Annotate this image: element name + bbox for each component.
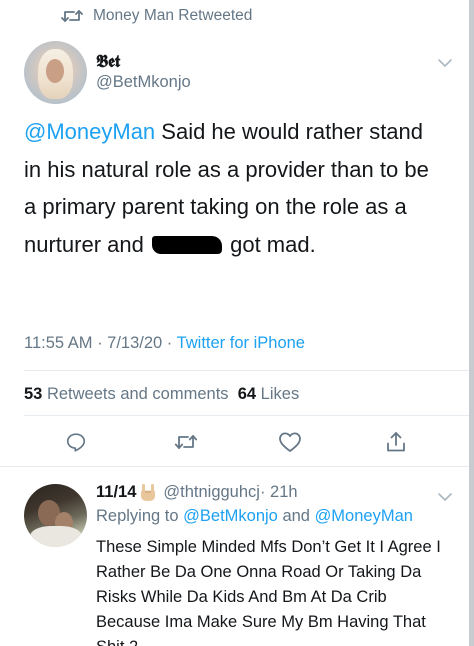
likes-label: Likes	[260, 385, 300, 403]
reply-author-avatar[interactable]	[24, 484, 87, 547]
retweets-count: 53	[24, 385, 43, 403]
reply-icon	[66, 433, 86, 452]
likes-stat[interactable]: 64 Likes	[238, 385, 299, 403]
replying-to: Replying to @BetMkonjo and @MoneyMan	[96, 507, 413, 526]
retweet-icon	[61, 8, 83, 24]
tweet-source-link[interactable]: Twitter for iPhone	[177, 334, 305, 352]
likes-count: 64	[237, 385, 257, 403]
share-icon	[387, 432, 405, 452]
retweets-stat[interactable]: 53 Retweets and comments	[24, 385, 229, 403]
replying-mention-betmkonjo[interactable]: @BetMkonjo	[183, 507, 278, 525]
author-avatar[interactable]	[24, 41, 87, 104]
reply-button[interactable]	[62, 428, 90, 456]
reply-options-chevron-down-icon[interactable]	[437, 489, 453, 501]
tweet-text: @MoneyMan Said he would rather stand in …	[24, 113, 444, 263]
reply-time[interactable]: · 21h	[260, 483, 298, 502]
tweet-meta: 11:55 AM · 7/13/20 · Twitter for iPhone	[24, 334, 305, 353]
share-button[interactable]	[382, 428, 410, 456]
divider	[24, 415, 474, 416]
divider	[24, 370, 474, 371]
retweeted-banner-label: Money Man Retweeted	[93, 7, 253, 24]
retweet-button[interactable]	[172, 428, 200, 456]
author-display-name[interactable]: 𝕭𝖊𝖙	[96, 52, 120, 72]
replying-mention-moneyman[interactable]: @MoneyMan	[315, 507, 413, 525]
reply-author-name[interactable]: 11/14	[96, 483, 136, 502]
tweet-text-part2: got mad.	[230, 231, 316, 257]
tweet-stats: 53 Retweets and comments 64 Likes	[24, 385, 299, 404]
redaction-mark	[151, 235, 222, 254]
reply-header: 11/14 @thtnigguhcj · 21h	[96, 482, 298, 502]
replying-prefix: Replying to	[96, 507, 184, 525]
reply-text: These Simple Minded Mfs Don’t Get It I A…	[96, 538, 441, 646]
tweet-options-chevron-down-icon[interactable]	[437, 55, 453, 67]
like-button[interactable]	[276, 428, 304, 456]
author-handle[interactable]: @BetMkonjo	[96, 73, 191, 92]
replying-and: and	[277, 507, 315, 525]
retweeted-banner: Money Man Retweeted	[61, 6, 252, 26]
retweets-label: Retweets and comments	[46, 385, 229, 403]
tweet-mention-link[interactable]: @MoneyMan	[24, 119, 155, 144]
scrollbar-edge	[469, 0, 474, 646]
retweet-icon	[174, 435, 198, 449]
divider	[0, 466, 474, 467]
reply-author-handle[interactable]: @thtnigguhcj	[163, 483, 260, 502]
tweet-timestamp[interactable]: 11:55 AM · 7/13/20 ·	[24, 334, 177, 352]
heart-icon	[279, 432, 301, 452]
rock-on-hand-emoji-icon	[139, 482, 157, 502]
